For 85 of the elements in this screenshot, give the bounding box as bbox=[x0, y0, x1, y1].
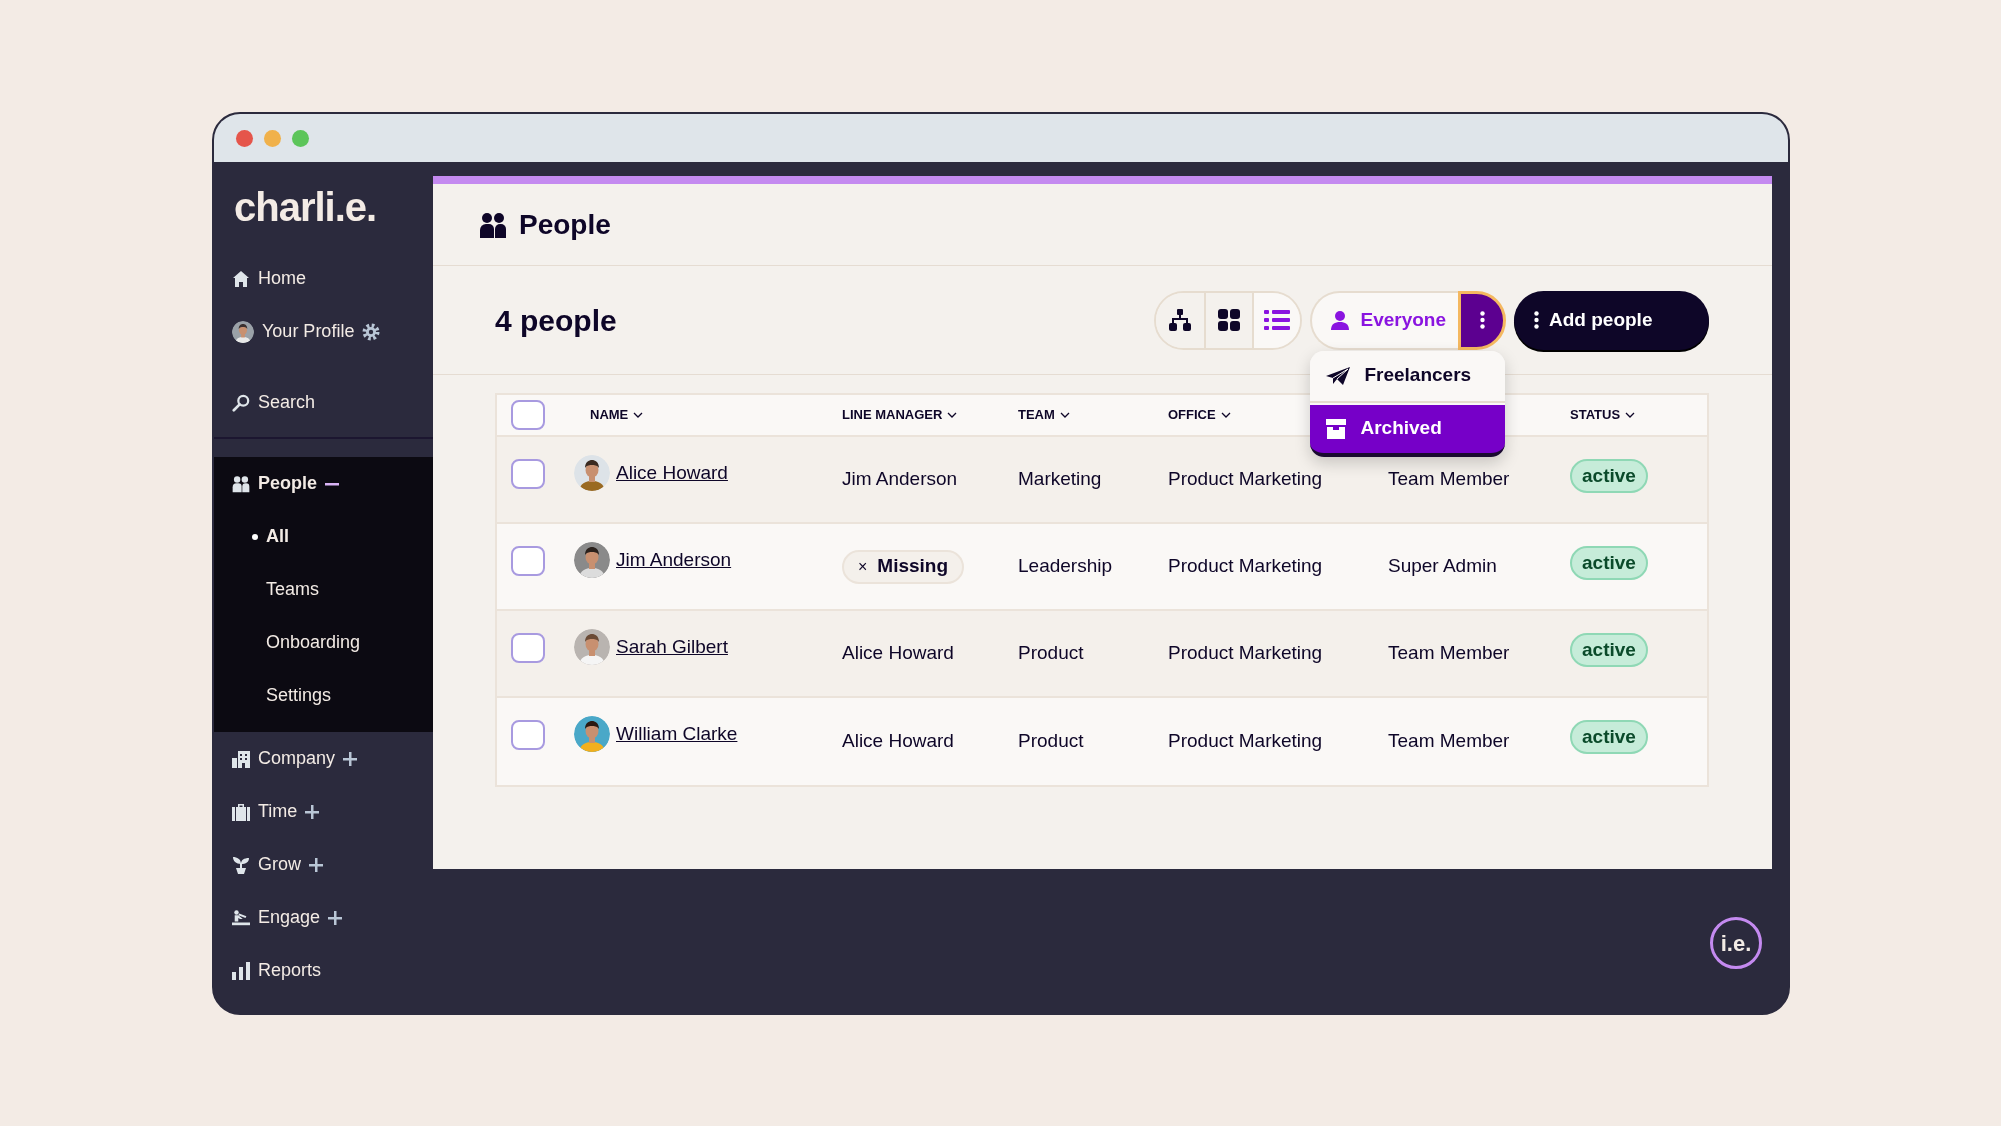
table-cell: Product Marketing bbox=[1168, 642, 1323, 664]
sidebar-link[interactable]: Engage bbox=[258, 904, 321, 931]
more-icon bbox=[1479, 311, 1485, 329]
charlie-logo[interactable]: charli.e. bbox=[234, 177, 377, 237]
table-cell: Jim Anderson bbox=[842, 468, 958, 490]
checkbox[interactable] bbox=[511, 633, 545, 663]
people-icon bbox=[232, 474, 250, 493]
checkbox[interactable] bbox=[511, 720, 545, 750]
person-icon bbox=[1330, 310, 1351, 330]
settings-icon[interactable] bbox=[362, 322, 381, 341]
chevron-down-icon[interactable] bbox=[1059, 412, 1070, 418]
status-badge: active bbox=[1570, 633, 1648, 667]
status-badge: active bbox=[1570, 720, 1648, 754]
checkbox[interactable] bbox=[511, 459, 545, 489]
table-cell: Team Member bbox=[1388, 730, 1510, 752]
table-cell: Team Member bbox=[1388, 642, 1510, 664]
x-icon: × bbox=[858, 554, 868, 579]
add-people-button[interactable]: Add people bbox=[1514, 290, 1709, 350]
chevron-down-icon[interactable] bbox=[633, 412, 644, 418]
sidebar-link[interactable]: Grow bbox=[258, 851, 301, 878]
status-badge: active bbox=[1570, 546, 1648, 580]
chevron-down-icon[interactable] bbox=[1625, 412, 1636, 418]
column-header[interactable]: LINE MANAGER bbox=[842, 405, 943, 425]
table-cell: Alice Howard bbox=[842, 642, 954, 664]
table-cell: Leadership bbox=[1018, 555, 1113, 577]
table-cell: Product bbox=[1018, 642, 1084, 664]
column-header[interactable]: NAME bbox=[590, 405, 629, 425]
luggage-icon bbox=[232, 802, 250, 821]
page-title: People bbox=[519, 207, 611, 242]
menu-item[interactable]: Freelancers bbox=[1310, 350, 1506, 403]
list-icon bbox=[1264, 310, 1291, 330]
desk-figure-icon bbox=[232, 908, 250, 927]
sidebar-link[interactable]: Search bbox=[258, 389, 316, 416]
sidebar-subitem[interactable]: Onboarding bbox=[266, 629, 361, 656]
sprout-icon bbox=[232, 855, 250, 874]
person-name-link[interactable]: William Clarke bbox=[616, 719, 738, 749]
sidebar-link[interactable]: Reports bbox=[258, 957, 322, 984]
chevron-down-icon[interactable] bbox=[947, 412, 958, 418]
checkbox[interactable] bbox=[511, 400, 545, 430]
sidebar-link[interactable]: Home bbox=[258, 265, 306, 292]
sidebar-link[interactable]: Company bbox=[258, 745, 336, 772]
table-cell: Super Admin bbox=[1388, 555, 1497, 577]
view-button[interactable] bbox=[1252, 292, 1301, 348]
sidebar-link[interactable]: People bbox=[258, 470, 318, 497]
more-icon bbox=[1534, 311, 1539, 329]
sidebar-subitem[interactable]: All bbox=[266, 523, 289, 550]
table-cell: Marketing bbox=[1018, 468, 1102, 490]
sidebar-subitem[interactable]: Teams bbox=[266, 576, 319, 603]
status-badge: active bbox=[1570, 459, 1648, 493]
people-icon bbox=[479, 211, 507, 238]
plus-icon[interactable] bbox=[309, 857, 323, 872]
home-icon bbox=[232, 269, 250, 288]
table-cell: Alice Howard bbox=[842, 730, 954, 752]
person-name-link[interactable]: Alice Howard bbox=[616, 458, 728, 488]
plus-icon[interactable] bbox=[305, 804, 320, 819]
column-header[interactable]: TEAM bbox=[1018, 405, 1055, 425]
menu-item[interactable]: Archived bbox=[1310, 404, 1506, 457]
sidebar-subitem[interactable]: Settings bbox=[266, 682, 332, 709]
everyone-filter-button[interactable]: Everyone bbox=[1310, 290, 1458, 350]
archive-box-icon bbox=[1326, 418, 1347, 439]
table-cell: Product Marketing bbox=[1168, 468, 1323, 490]
table-cell: Product Marketing bbox=[1168, 555, 1323, 577]
plus-icon[interactable] bbox=[343, 751, 358, 766]
corner-logo: i.e. bbox=[1710, 917, 1762, 969]
table-cell: Product Marketing bbox=[1168, 730, 1323, 752]
chevron-down-icon[interactable] bbox=[1220, 412, 1231, 418]
people-count: 4 people bbox=[495, 302, 617, 339]
checkbox[interactable] bbox=[511, 546, 545, 576]
bar-chart-icon bbox=[232, 961, 250, 980]
building-icon bbox=[232, 749, 250, 768]
plus-icon[interactable] bbox=[328, 910, 343, 925]
table-cell: Team Member bbox=[1388, 468, 1510, 490]
paper-plane-icon bbox=[1326, 366, 1351, 385]
search-icon bbox=[232, 392, 250, 413]
person-name-link[interactable]: Jim Anderson bbox=[616, 545, 732, 575]
more-button[interactable] bbox=[1458, 290, 1506, 350]
person-name-link[interactable]: Sarah Gilbert bbox=[616, 632, 728, 662]
sidebar-link[interactable]: Time bbox=[258, 798, 298, 825]
column-header[interactable]: OFFICE bbox=[1168, 405, 1216, 425]
missing-label: Missing bbox=[877, 554, 949, 579]
table-cell: Product bbox=[1018, 730, 1084, 752]
column-header[interactable]: STATUS bbox=[1570, 405, 1621, 425]
grid-icon bbox=[1218, 309, 1241, 331]
org-chart-icon bbox=[1169, 309, 1192, 331]
sidebar-link[interactable]: Your Profile bbox=[262, 318, 355, 345]
